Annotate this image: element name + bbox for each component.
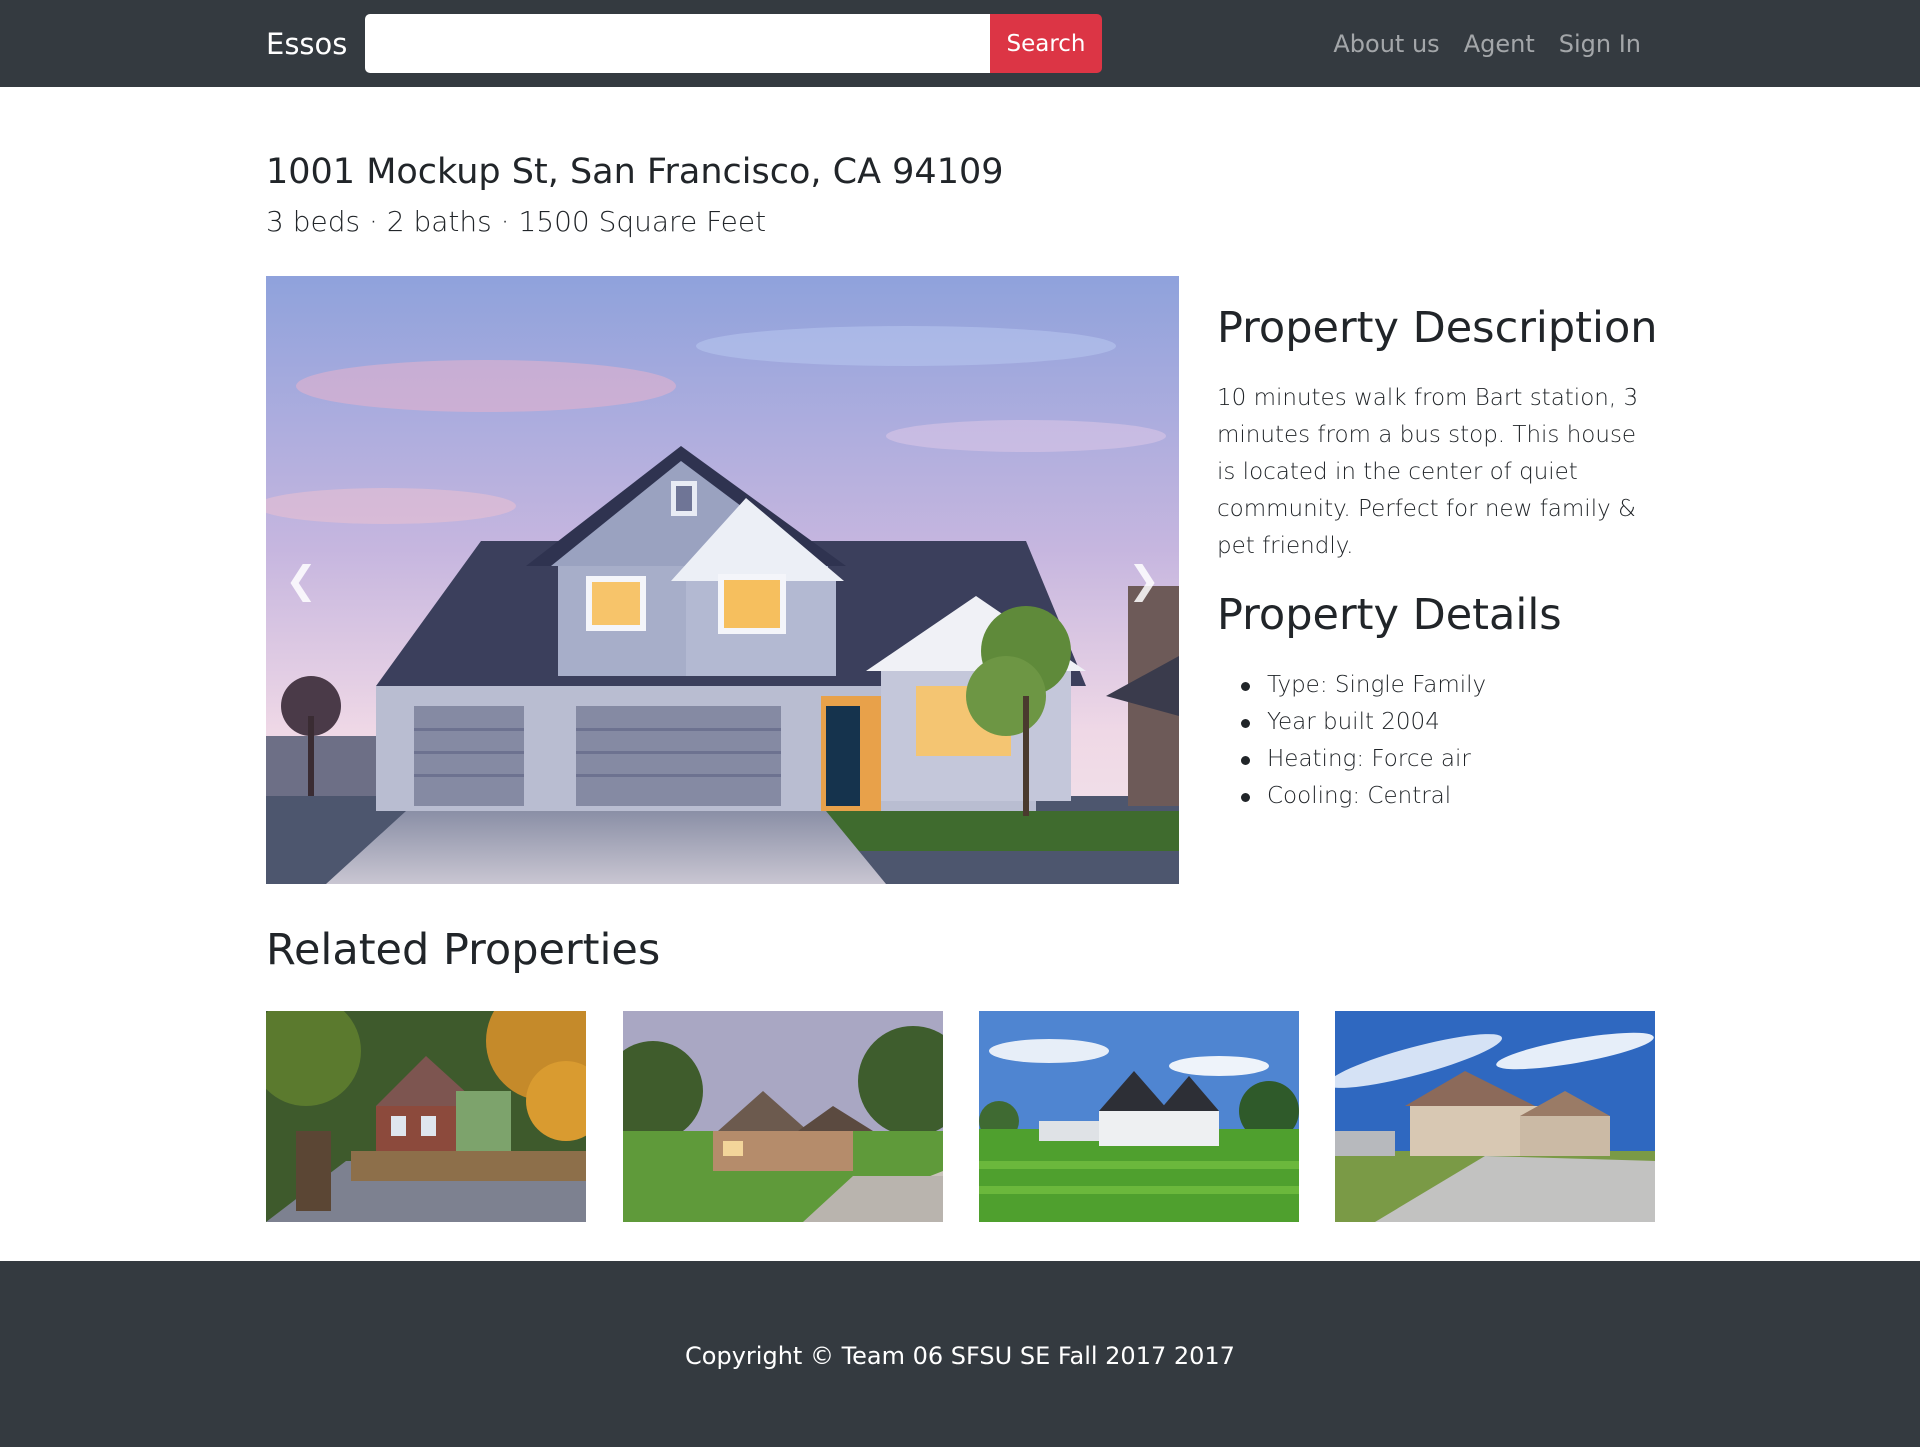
house-photo [266, 276, 1179, 884]
related-property-photo [266, 1011, 586, 1222]
related-property-photo [1335, 1011, 1655, 1222]
footer: Copyright © Team 06 SFSU SE Fall 2017 20… [0, 1261, 1920, 1447]
property-description-text: 10 minutes walk from Bart station, 3 min… [1217, 385, 1639, 559]
carousel-prev-button[interactable]: ❮ [266, 276, 336, 884]
property-description-heading: Property Description [1217, 303, 1658, 353]
nav-link-about-us[interactable]: About us [1333, 27, 1439, 61]
copyright-text: Copyright © Team 06 SFSU SE Fall 2017 20… [685, 1342, 1235, 1370]
related-property-thumbnail[interactable] [979, 1011, 1299, 1222]
nav-link-agent[interactable]: Agent [1464, 27, 1535, 61]
brand-logo[interactable]: Essos [266, 26, 347, 62]
related-property-thumbnail[interactable] [623, 1011, 943, 1222]
nav-links: About us Agent Sign In [1333, 27, 1641, 61]
related-property-thumbnail[interactable] [1335, 1011, 1655, 1222]
property-details-heading: Property Details [1217, 590, 1562, 640]
property-details-list: Type: Single Family Year built 2004 Heat… [1217, 667, 1657, 815]
search-input[interactable] [365, 14, 990, 73]
chevron-right-icon: ❯ [1128, 558, 1160, 602]
property-address: 1001 Mockup St, San Francisco, CA 94109 [266, 152, 1004, 192]
detail-type: Type: Single Family [1217, 667, 1657, 704]
property-summary: 3 beds · 2 baths · 1500 Square Feet [266, 205, 767, 238]
detail-year-built: Year built 2004 [1217, 704, 1657, 741]
related-property-thumbnail[interactable] [266, 1011, 586, 1222]
related-property-photo [979, 1011, 1299, 1222]
related-properties-heading: Related Properties [266, 925, 661, 975]
navbar: Essos Search About us Agent Sign In [0, 0, 1920, 87]
search-button[interactable]: Search [990, 14, 1102, 73]
related-property-photo [623, 1011, 943, 1222]
chevron-left-icon: ❮ [285, 558, 317, 602]
detail-cooling: Cooling: Central [1217, 778, 1657, 815]
nav-link-sign-in[interactable]: Sign In [1559, 27, 1641, 61]
detail-heating: Heating: Force air [1217, 741, 1657, 778]
property-photo-carousel: ❮ ❯ [266, 276, 1179, 884]
carousel-next-button[interactable]: ❯ [1109, 276, 1179, 884]
